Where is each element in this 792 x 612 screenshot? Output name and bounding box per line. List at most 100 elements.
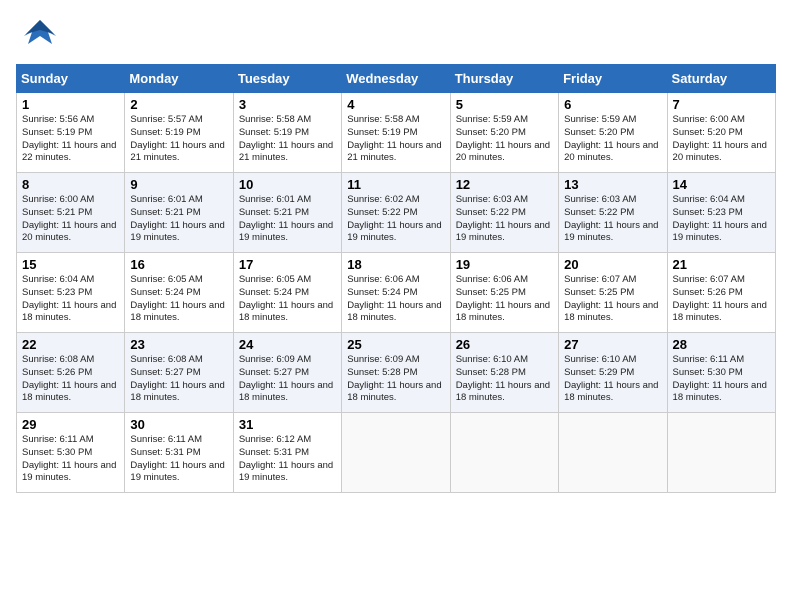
calendar-cell: 31 Sunrise: 6:12 AM Sunset: 5:31 PM Dayl… <box>233 413 341 493</box>
calendar-cell: 4 Sunrise: 5:58 AM Sunset: 5:19 PM Dayli… <box>342 93 450 173</box>
day-info: Sunrise: 6:12 AM Sunset: 5:31 PM Dayligh… <box>239 434 336 485</box>
day-info: Sunrise: 6:08 AM Sunset: 5:26 PM Dayligh… <box>22 354 119 405</box>
day-info: Sunrise: 6:06 AM Sunset: 5:24 PM Dayligh… <box>347 274 444 325</box>
day-info: Sunrise: 5:56 AM Sunset: 5:19 PM Dayligh… <box>22 114 119 165</box>
calendar-week-row: 22 Sunrise: 6:08 AM Sunset: 5:26 PM Dayl… <box>17 333 776 413</box>
calendar-cell: 7 Sunrise: 6:00 AM Sunset: 5:20 PM Dayli… <box>667 93 775 173</box>
day-number: 27 <box>564 337 661 352</box>
day-number: 29 <box>22 417 119 432</box>
day-number: 21 <box>673 257 770 272</box>
day-info: Sunrise: 6:01 AM Sunset: 5:21 PM Dayligh… <box>130 194 227 245</box>
day-info: Sunrise: 6:09 AM Sunset: 5:27 PM Dayligh… <box>239 354 336 405</box>
logo <box>16 16 68 52</box>
day-info: Sunrise: 6:01 AM Sunset: 5:21 PM Dayligh… <box>239 194 336 245</box>
calendar-week-row: 15 Sunrise: 6:04 AM Sunset: 5:23 PM Dayl… <box>17 253 776 333</box>
day-number: 8 <box>22 177 119 192</box>
day-info: Sunrise: 6:10 AM Sunset: 5:29 PM Dayligh… <box>564 354 661 405</box>
calendar-week-row: 29 Sunrise: 6:11 AM Sunset: 5:30 PM Dayl… <box>17 413 776 493</box>
calendar-cell: 13 Sunrise: 6:03 AM Sunset: 5:22 PM Dayl… <box>559 173 667 253</box>
calendar-cell: 10 Sunrise: 6:01 AM Sunset: 5:21 PM Dayl… <box>233 173 341 253</box>
calendar-cell <box>450 413 558 493</box>
day-number: 5 <box>456 97 553 112</box>
calendar-cell: 5 Sunrise: 5:59 AM Sunset: 5:20 PM Dayli… <box>450 93 558 173</box>
day-number: 24 <box>239 337 336 352</box>
day-info: Sunrise: 6:11 AM Sunset: 5:31 PM Dayligh… <box>130 434 227 485</box>
day-info: Sunrise: 6:03 AM Sunset: 5:22 PM Dayligh… <box>564 194 661 245</box>
day-info: Sunrise: 6:00 AM Sunset: 5:21 PM Dayligh… <box>22 194 119 245</box>
day-info: Sunrise: 6:07 AM Sunset: 5:25 PM Dayligh… <box>564 274 661 325</box>
calendar-cell <box>342 413 450 493</box>
day-info: Sunrise: 6:10 AM Sunset: 5:28 PM Dayligh… <box>456 354 553 405</box>
calendar-cell: 12 Sunrise: 6:03 AM Sunset: 5:22 PM Dayl… <box>450 173 558 253</box>
page-header <box>16 16 776 52</box>
day-number: 1 <box>22 97 119 112</box>
calendar-cell: 14 Sunrise: 6:04 AM Sunset: 5:23 PM Dayl… <box>667 173 775 253</box>
day-info: Sunrise: 5:59 AM Sunset: 5:20 PM Dayligh… <box>564 114 661 165</box>
day-number: 22 <box>22 337 119 352</box>
day-info: Sunrise: 5:59 AM Sunset: 5:20 PM Dayligh… <box>456 114 553 165</box>
day-info: Sunrise: 6:08 AM Sunset: 5:27 PM Dayligh… <box>130 354 227 405</box>
calendar-cell <box>559 413 667 493</box>
calendar-header-row: SundayMondayTuesdayWednesdayThursdayFrid… <box>17 65 776 93</box>
day-number: 17 <box>239 257 336 272</box>
logo-icon <box>16 16 64 52</box>
day-info: Sunrise: 5:58 AM Sunset: 5:19 PM Dayligh… <box>347 114 444 165</box>
day-info: Sunrise: 6:07 AM Sunset: 5:26 PM Dayligh… <box>673 274 770 325</box>
day-number: 12 <box>456 177 553 192</box>
calendar-cell: 16 Sunrise: 6:05 AM Sunset: 5:24 PM Dayl… <box>125 253 233 333</box>
calendar-cell: 18 Sunrise: 6:06 AM Sunset: 5:24 PM Dayl… <box>342 253 450 333</box>
day-number: 19 <box>456 257 553 272</box>
calendar-cell: 2 Sunrise: 5:57 AM Sunset: 5:19 PM Dayli… <box>125 93 233 173</box>
calendar-cell: 20 Sunrise: 6:07 AM Sunset: 5:25 PM Dayl… <box>559 253 667 333</box>
day-number: 15 <box>22 257 119 272</box>
day-number: 14 <box>673 177 770 192</box>
calendar-cell: 17 Sunrise: 6:05 AM Sunset: 5:24 PM Dayl… <box>233 253 341 333</box>
day-number: 28 <box>673 337 770 352</box>
day-number: 18 <box>347 257 444 272</box>
calendar-cell: 6 Sunrise: 5:59 AM Sunset: 5:20 PM Dayli… <box>559 93 667 173</box>
calendar-cell: 1 Sunrise: 5:56 AM Sunset: 5:19 PM Dayli… <box>17 93 125 173</box>
day-info: Sunrise: 6:05 AM Sunset: 5:24 PM Dayligh… <box>239 274 336 325</box>
day-number: 7 <box>673 97 770 112</box>
day-info: Sunrise: 6:05 AM Sunset: 5:24 PM Dayligh… <box>130 274 227 325</box>
calendar-cell: 30 Sunrise: 6:11 AM Sunset: 5:31 PM Dayl… <box>125 413 233 493</box>
calendar-cell: 21 Sunrise: 6:07 AM Sunset: 5:26 PM Dayl… <box>667 253 775 333</box>
day-info: Sunrise: 6:00 AM Sunset: 5:20 PM Dayligh… <box>673 114 770 165</box>
day-number: 4 <box>347 97 444 112</box>
day-number: 31 <box>239 417 336 432</box>
day-number: 16 <box>130 257 227 272</box>
calendar-cell: 11 Sunrise: 6:02 AM Sunset: 5:22 PM Dayl… <box>342 173 450 253</box>
calendar-cell: 9 Sunrise: 6:01 AM Sunset: 5:21 PM Dayli… <box>125 173 233 253</box>
day-number: 2 <box>130 97 227 112</box>
day-number: 6 <box>564 97 661 112</box>
calendar-table: SundayMondayTuesdayWednesdayThursdayFrid… <box>16 64 776 493</box>
weekday-header-tuesday: Tuesday <box>233 65 341 93</box>
weekday-header-monday: Monday <box>125 65 233 93</box>
day-info: Sunrise: 6:02 AM Sunset: 5:22 PM Dayligh… <box>347 194 444 245</box>
day-number: 30 <box>130 417 227 432</box>
calendar-cell: 26 Sunrise: 6:10 AM Sunset: 5:28 PM Dayl… <box>450 333 558 413</box>
day-info: Sunrise: 6:04 AM Sunset: 5:23 PM Dayligh… <box>22 274 119 325</box>
day-info: Sunrise: 5:58 AM Sunset: 5:19 PM Dayligh… <box>239 114 336 165</box>
calendar-cell: 3 Sunrise: 5:58 AM Sunset: 5:19 PM Dayli… <box>233 93 341 173</box>
calendar-cell: 24 Sunrise: 6:09 AM Sunset: 5:27 PM Dayl… <box>233 333 341 413</box>
day-number: 9 <box>130 177 227 192</box>
day-number: 23 <box>130 337 227 352</box>
calendar-week-row: 1 Sunrise: 5:56 AM Sunset: 5:19 PM Dayli… <box>17 93 776 173</box>
calendar-cell: 29 Sunrise: 6:11 AM Sunset: 5:30 PM Dayl… <box>17 413 125 493</box>
weekday-header-thursday: Thursday <box>450 65 558 93</box>
weekday-header-saturday: Saturday <box>667 65 775 93</box>
weekday-header-sunday: Sunday <box>17 65 125 93</box>
calendar-cell: 23 Sunrise: 6:08 AM Sunset: 5:27 PM Dayl… <box>125 333 233 413</box>
calendar-cell: 19 Sunrise: 6:06 AM Sunset: 5:25 PM Dayl… <box>450 253 558 333</box>
calendar-cell: 25 Sunrise: 6:09 AM Sunset: 5:28 PM Dayl… <box>342 333 450 413</box>
day-info: Sunrise: 6:11 AM Sunset: 5:30 PM Dayligh… <box>673 354 770 405</box>
calendar-cell <box>667 413 775 493</box>
day-info: Sunrise: 6:09 AM Sunset: 5:28 PM Dayligh… <box>347 354 444 405</box>
day-number: 10 <box>239 177 336 192</box>
weekday-header-wednesday: Wednesday <box>342 65 450 93</box>
day-number: 25 <box>347 337 444 352</box>
day-info: Sunrise: 6:11 AM Sunset: 5:30 PM Dayligh… <box>22 434 119 485</box>
day-info: Sunrise: 6:04 AM Sunset: 5:23 PM Dayligh… <box>673 194 770 245</box>
calendar-cell: 22 Sunrise: 6:08 AM Sunset: 5:26 PM Dayl… <box>17 333 125 413</box>
